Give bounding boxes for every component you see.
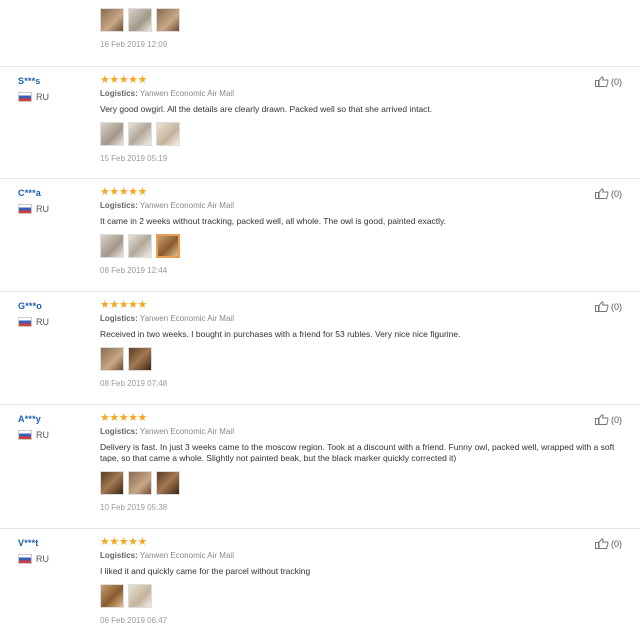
country-code: RU (36, 430, 49, 440)
review-content: ★★★★★ Logistics: Yanwen Economic Air Mai… (100, 536, 620, 625)
review-item: 16 Feb 2019 12:09 (0, 0, 640, 67)
review-photo[interactable] (100, 347, 124, 371)
country-code: RU (36, 317, 49, 327)
review-text: I liked it and quickly came for the parc… (100, 566, 311, 576)
review-item: G***o RU ★★★★★ Logistics: Yanwen Economi… (0, 291, 640, 405)
reviewer-name: V***t (18, 538, 39, 548)
review-text: Received in two weeks. I bought in purch… (100, 329, 461, 339)
reviewer-name: S***s (18, 76, 41, 86)
country-code: RU (36, 204, 49, 214)
review-content: 16 Feb 2019 12:09 (100, 0, 620, 49)
helpful-button[interactable]: (0) (595, 301, 622, 312)
review-photos (100, 8, 620, 32)
review-text: Very good owgirl. All the details are cl… (100, 104, 433, 114)
logistics-info: Logistics: Yanwen Economic Air Mail (100, 201, 234, 210)
review-photos (100, 234, 620, 258)
thumbs-up-icon (595, 301, 609, 312)
russia-flag-icon (18, 92, 32, 102)
reviewer-name: G***o (18, 301, 43, 311)
reviewer-info: A***y RU (18, 414, 88, 440)
review-date: 08 Feb 2019 12:44 (100, 266, 168, 275)
review-text: Delivery is fast. In just 3 weeks came t… (100, 442, 615, 463)
reviewer-name: C***a (18, 188, 42, 198)
thumbs-up-icon (595, 414, 609, 425)
star-rating: ★★★★★ (100, 186, 147, 198)
review-photo[interactable] (128, 122, 152, 146)
review-photo[interactable] (128, 347, 152, 371)
logistics-info: Logistics: Yanwen Economic Air Mail (100, 89, 234, 98)
review-photo[interactable] (100, 8, 124, 32)
helpful-button[interactable]: (0) (595, 538, 622, 549)
review-photo[interactable] (128, 234, 152, 258)
review-item: A***y RU ★★★★★ Logistics: Yanwen Economi… (0, 404, 640, 529)
review-photo[interactable] (100, 584, 124, 608)
reviewer-country: RU (18, 430, 88, 440)
review-content: ★★★★★ Logistics: Yanwen Economic Air Mai… (100, 74, 620, 163)
country-code: RU (36, 92, 49, 102)
russia-flag-icon (18, 430, 32, 440)
reviewer-info: S***s RU (18, 76, 88, 102)
russia-flag-icon (18, 554, 32, 564)
review-date: 10 Feb 2019 05:38 (100, 503, 168, 512)
logistics-info: Logistics: Yanwen Economic Air Mail (100, 314, 234, 323)
review-content: ★★★★★ Logistics: Yanwen Economic Air Mai… (100, 186, 620, 275)
review-text: It came in 2 weeks without tracking, pac… (100, 216, 447, 226)
review-photos (100, 471, 620, 495)
star-rating: ★★★★★ (100, 299, 147, 311)
review-photo[interactable] (100, 471, 124, 495)
review-date: 08 Feb 2019 07:48 (100, 379, 168, 388)
review-content: ★★★★★ Logistics: Yanwen Economic Air Mai… (100, 412, 620, 512)
russia-flag-icon (18, 204, 32, 214)
review-photo[interactable] (100, 234, 124, 258)
helpful-count: (0) (611, 301, 622, 312)
reviewer-info: C***a RU (18, 188, 88, 214)
reviewer-country: RU (18, 92, 88, 102)
review-photo[interactable] (100, 122, 124, 146)
thumbs-up-icon (595, 76, 609, 87)
helpful-button[interactable]: (0) (595, 188, 622, 199)
russia-flag-icon (18, 317, 32, 327)
review-photos (100, 347, 620, 371)
review-photo[interactable] (128, 471, 152, 495)
review-photo[interactable] (156, 471, 180, 495)
review-content: ★★★★★ Logistics: Yanwen Economic Air Mai… (100, 299, 620, 388)
review-photo-selected[interactable] (156, 234, 180, 258)
review-photos (100, 122, 620, 146)
star-rating: ★★★★★ (100, 74, 147, 86)
review-date: 06 Feb 2019 06:47 (100, 616, 168, 625)
star-rating: ★★★★★ (100, 412, 147, 424)
reviewer-info: G***o RU (18, 301, 88, 327)
review-date: 16 Feb 2019 12:09 (100, 40, 168, 49)
star-rating: ★★★★★ (100, 536, 147, 548)
helpful-count: (0) (611, 414, 622, 425)
reviewer-info: V***t RU (18, 538, 88, 564)
country-code: RU (36, 554, 49, 564)
review-photo[interactable] (128, 8, 152, 32)
logistics-info: Logistics: Yanwen Economic Air Mail (100, 427, 234, 436)
review-date: 15 Feb 2019 05:19 (100, 154, 168, 163)
reviewer-country: RU (18, 204, 88, 214)
helpful-button[interactable]: (0) (595, 414, 622, 425)
reviewer-name: A***y (18, 414, 42, 424)
helpful-count: (0) (611, 188, 622, 199)
review-item: V***t RU ★★★★★ Logistics: Yanwen Economi… (0, 528, 640, 640)
helpful-button[interactable]: (0) (595, 76, 622, 87)
reviewer-country: RU (18, 317, 88, 327)
reviewer-country: RU (18, 554, 88, 564)
review-item: C***a RU ★★★★★ Logistics: Yanwen Economi… (0, 178, 640, 292)
helpful-count: (0) (611, 76, 622, 87)
helpful-count: (0) (611, 538, 622, 549)
review-photo[interactable] (156, 8, 180, 32)
logistics-info: Logistics: Yanwen Economic Air Mail (100, 551, 234, 560)
review-photo[interactable] (128, 584, 152, 608)
thumbs-up-icon (595, 188, 609, 199)
review-item: S***s RU ★★★★★ Logistics: Yanwen Economi… (0, 66, 640, 179)
review-photo[interactable] (156, 122, 180, 146)
thumbs-up-icon (595, 538, 609, 549)
review-photos (100, 584, 620, 608)
